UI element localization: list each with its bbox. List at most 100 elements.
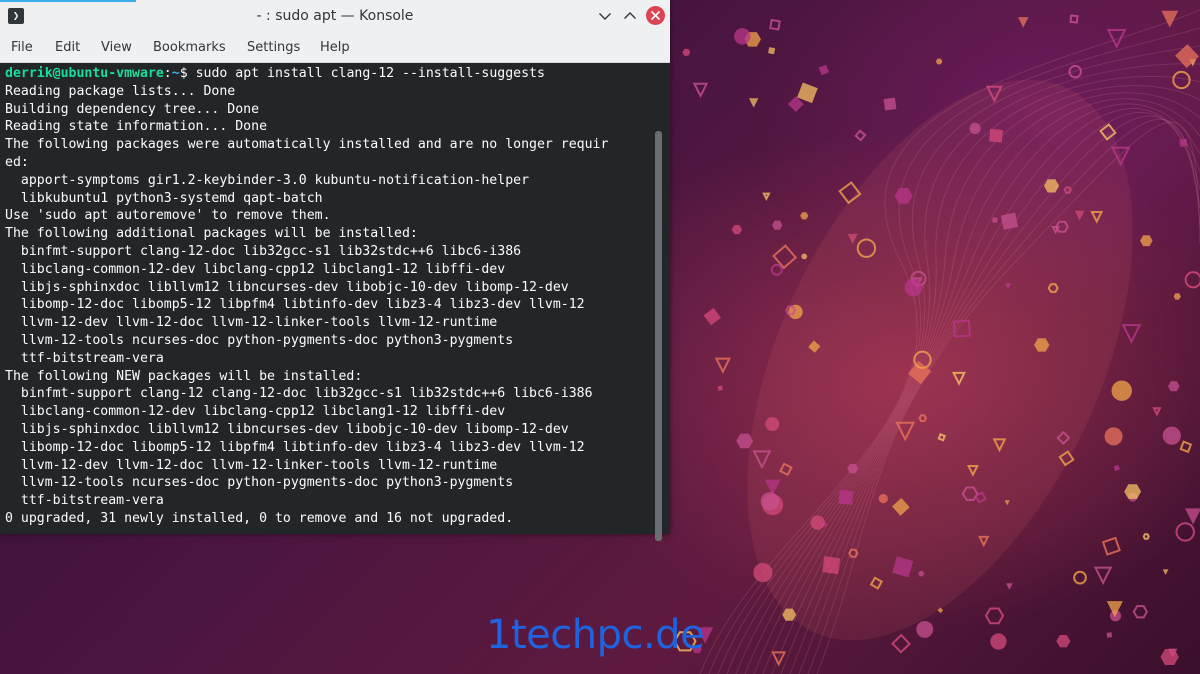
menu-settings[interactable]: Settings bbox=[247, 33, 300, 62]
wallpaper-square bbox=[1179, 440, 1193, 454]
wallpaper-hexagon bbox=[984, 607, 1005, 625]
wallpaper-square bbox=[1113, 464, 1121, 472]
wallpaper-circle bbox=[734, 28, 751, 45]
wallpaper-triangle bbox=[1162, 569, 1169, 576]
wallpaper-square bbox=[797, 82, 818, 104]
terminal-line: libclang-common-12-dev libclang-cpp12 li… bbox=[5, 404, 506, 420]
terminal-line: libclang-common-12-dev libclang-cpp12 li… bbox=[5, 261, 506, 277]
terminal-output[interactable]: derrik@ubuntu-vmware:~$ sudo apt install… bbox=[5, 65, 608, 528]
wallpaper-circle bbox=[1111, 380, 1132, 401]
terminal-line: apport-symptoms gir1.2-keybinder-3.0 kub… bbox=[5, 172, 530, 188]
menu-bookmarks[interactable]: Bookmarks bbox=[153, 33, 226, 62]
terminal-line: Building dependency tree... Done bbox=[5, 101, 260, 117]
wallpaper-circle bbox=[1172, 70, 1191, 90]
wallpaper-square bbox=[818, 64, 830, 76]
terminal-scrollbar[interactable] bbox=[655, 131, 662, 541]
menubar: File Edit View Bookmarks Settings Help bbox=[0, 33, 670, 63]
terminal-view[interactable]: derrik@ubuntu-vmware:~$ sudo apt install… bbox=[0, 63, 670, 541]
terminal-line: libomp-12-doc libomp5-12 libpfm4 libtinf… bbox=[5, 439, 585, 455]
wallpaper-triangle bbox=[692, 82, 709, 99]
terminal-line: Use 'sudo apt autoremove' to remove them… bbox=[5, 208, 331, 224]
wallpaper-square bbox=[1000, 212, 1019, 230]
wallpaper-circle bbox=[810, 515, 825, 530]
terminal-line: The following packages were automaticall… bbox=[5, 137, 609, 153]
wallpaper-hexagon bbox=[1173, 293, 1181, 300]
terminal-line: ed: bbox=[5, 154, 29, 170]
wallpaper-triangle bbox=[714, 357, 732, 374]
wallpaper-square bbox=[768, 47, 776, 55]
wallpaper-hexagon bbox=[1132, 605, 1149, 619]
wallpaper-triangle bbox=[1121, 324, 1142, 344]
wallpaper-circle bbox=[916, 620, 934, 638]
wallpaper-hexagon bbox=[1056, 635, 1071, 648]
terminal-line: Reading package lists... Done bbox=[5, 83, 236, 99]
terminal-line: Reading state information... Done bbox=[5, 119, 268, 135]
terminal-line: llvm-12-tools ncurses-doc python-pygment… bbox=[5, 332, 514, 348]
wallpaper-circle bbox=[765, 417, 780, 431]
wallpaper-square bbox=[1101, 536, 1121, 556]
close-icon[interactable] bbox=[646, 6, 665, 25]
wallpaper-hexagon bbox=[731, 225, 743, 235]
menu-edit[interactable]: Edit bbox=[55, 33, 80, 62]
terminal-line: binfmt-support clang-12-doc lib32gcc-s1 … bbox=[5, 243, 522, 259]
konsole-window[interactable]: ❯ - : sudo apt — Konsole File Edit View … bbox=[0, 0, 670, 541]
wallpaper-circle bbox=[990, 633, 1007, 650]
wallpaper-hexagon bbox=[935, 58, 943, 65]
wallpaper-triangle bbox=[748, 98, 759, 108]
prompt-path: ~ bbox=[171, 66, 180, 81]
wallpaper-square bbox=[1175, 44, 1199, 68]
terminal-line: llvm-12-tools ncurses-doc python-pygment… bbox=[5, 475, 514, 491]
wallpaper-circle bbox=[753, 563, 773, 583]
wallpaper-triangle bbox=[1106, 28, 1127, 49]
site-watermark: 1techpc.de bbox=[486, 612, 705, 658]
terminal-line: 0 upgraded, 31 newly installed, 0 to rem… bbox=[5, 510, 514, 526]
terminal-line: ttf-bitstream-vera bbox=[5, 350, 164, 366]
wallpaper-hexagon bbox=[1124, 484, 1142, 499]
terminal-line: libjs-sphinxdoc libllvm12 libncurses-dev… bbox=[5, 421, 569, 437]
wallpaper-circle bbox=[1073, 570, 1087, 585]
wallpaper-square bbox=[717, 385, 723, 391]
prompt-line: derrik@ubuntu-vmware:~$ sudo apt install… bbox=[5, 66, 545, 81]
maximize-icon[interactable] bbox=[621, 7, 639, 25]
wallpaper-square bbox=[883, 97, 897, 111]
prompt-symbol: $ bbox=[179, 66, 188, 81]
minimize-icon[interactable] bbox=[596, 7, 614, 25]
wallpaper-square bbox=[891, 633, 912, 654]
wallpaper-square bbox=[822, 556, 841, 575]
wallpaper-square bbox=[838, 489, 854, 505]
wallpaper-square bbox=[1069, 14, 1079, 24]
prompt-user: derrik@ubuntu-vmware bbox=[5, 66, 164, 81]
terminal-line: binfmt-support clang-12 clang-12-doc lib… bbox=[5, 386, 593, 402]
terminal-line: libjs-sphinxdoc libllvm12 libncurses-dev… bbox=[5, 279, 569, 295]
wallpaper-triangle bbox=[1006, 583, 1013, 590]
wallpaper-circle bbox=[770, 263, 783, 276]
terminal-line: The following additional packages will b… bbox=[5, 226, 418, 242]
terminal-line: llvm-12-dev llvm-12-doc llvm-12-linker-t… bbox=[5, 457, 498, 473]
wallpaper-square bbox=[1179, 138, 1188, 147]
wallpaper-square bbox=[854, 129, 867, 142]
terminal-line: ttf-bitstream-vera bbox=[5, 493, 164, 509]
terminal-line: libomp-12-doc libomp5-12 libpfm4 libtinf… bbox=[5, 297, 585, 313]
wallpaper-circle bbox=[1184, 271, 1200, 289]
window-title: - : sudo apt — Konsole bbox=[256, 8, 414, 24]
menu-help[interactable]: Help bbox=[320, 33, 350, 62]
prompt-separator: : bbox=[163, 66, 172, 81]
prompt-command: sudo apt install clang-12 --install-sugg… bbox=[187, 66, 545, 81]
wallpaper-circle bbox=[1175, 522, 1195, 542]
wallpaper-triangle bbox=[762, 192, 771, 201]
menu-file[interactable]: File bbox=[11, 33, 33, 62]
terminal-line: llvm-12-dev llvm-12-doc llvm-12-linker-t… bbox=[5, 315, 498, 331]
wallpaper-square bbox=[703, 307, 722, 326]
wallpaper-triangle bbox=[1093, 566, 1113, 586]
wallpaper-triangle bbox=[1152, 407, 1162, 417]
wallpaper-circle bbox=[904, 278, 923, 297]
wallpaper-square bbox=[988, 128, 1003, 143]
wallpaper-circle bbox=[878, 493, 888, 504]
wallpaper-triangle bbox=[1185, 508, 1200, 525]
wallpaper-circle bbox=[760, 492, 779, 511]
menu-view[interactable]: View bbox=[101, 33, 132, 62]
wallpaper-square bbox=[1106, 632, 1113, 638]
window-titlebar[interactable]: ❯ - : sudo apt — Konsole bbox=[0, 0, 670, 34]
wallpaper-circle bbox=[969, 122, 981, 135]
wallpaper-square bbox=[769, 18, 781, 31]
